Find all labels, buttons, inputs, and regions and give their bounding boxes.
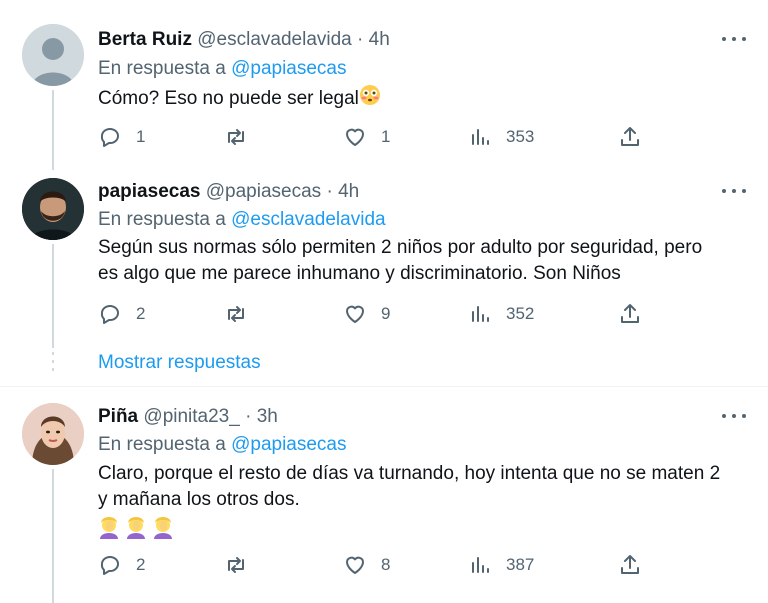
- timestamp[interactable]: 4h: [369, 29, 390, 50]
- retweet-button[interactable]: [224, 125, 262, 149]
- share-button[interactable]: [618, 553, 642, 577]
- thread-line: [52, 90, 54, 170]
- retweet-button[interactable]: [224, 553, 262, 577]
- heart-icon: [346, 556, 364, 574]
- reply-button[interactable]: 1: [98, 125, 145, 149]
- show-replies-link[interactable]: Mostrar respuestas: [98, 352, 261, 374]
- avatar-default[interactable]: [22, 24, 84, 86]
- user-handle[interactable]: @papiasecas: [206, 181, 321, 202]
- reply-icon: [100, 305, 119, 324]
- heart-icon: [346, 128, 364, 146]
- tweet-papiasecas[interactable]: papiasecas @papiasecas · 4h En respuesta…: [0, 170, 768, 350]
- tweet-text: Según sus normas sólo permiten 2 niños p…: [98, 237, 703, 284]
- reply-context: En respuesta a @papiasecas: [98, 434, 347, 455]
- avatar-pina[interactable]: [22, 403, 84, 465]
- tweet-header: Piña @pinita23_ · 3h: [98, 406, 278, 427]
- reply-to-mention[interactable]: @papiasecas: [231, 434, 346, 455]
- views-button[interactable]: 353: [468, 125, 534, 149]
- tweet-pina[interactable]: Piña @pinita23_ · 3h En respuesta a @pap…: [0, 387, 768, 603]
- reply-icon: [100, 128, 119, 147]
- reply-icon: [100, 556, 119, 575]
- reply-button[interactable]: 2: [98, 553, 145, 577]
- reply-button[interactable]: 2: [98, 302, 145, 326]
- views-button[interactable]: 387: [468, 553, 534, 577]
- reply-context: En respuesta a @papiasecas: [98, 58, 347, 79]
- timestamp[interactable]: 4h: [338, 181, 359, 202]
- retweet-icon: [228, 557, 244, 573]
- user-photo-icon: [22, 178, 84, 240]
- views-button[interactable]: 352: [468, 302, 534, 326]
- user-handle[interactable]: @esclavadelavida: [197, 29, 352, 50]
- like-button[interactable]: 9: [343, 302, 390, 326]
- default-user-icon: [22, 24, 84, 86]
- share-icon: [621, 127, 639, 146]
- tweet-text: Claro, porque el resto de días va turnan…: [98, 461, 748, 547]
- avatar-papiasecas[interactable]: [22, 178, 84, 240]
- views-icon: [472, 306, 489, 322]
- tweet-header: Berta Ruiz @esclavadelavida · 4h: [98, 29, 390, 50]
- heart-icon: [346, 305, 364, 323]
- facepalm-emojis: [98, 515, 748, 547]
- retweet-icon: [228, 129, 244, 145]
- thread-line: [52, 244, 54, 348]
- thread-dots: [52, 352, 54, 376]
- facepalm-woman-icon: [100, 517, 172, 539]
- share-button[interactable]: [618, 302, 642, 326]
- like-button[interactable]: 8: [343, 553, 390, 577]
- reply-to-mention[interactable]: @esclavadelavida: [231, 209, 386, 230]
- tweet-header: papiasecas @papiasecas · 4h: [98, 181, 360, 202]
- share-icon: [621, 555, 639, 574]
- reply-to-mention[interactable]: @papiasecas: [231, 58, 346, 79]
- views-icon: [472, 557, 489, 573]
- share-button[interactable]: [618, 125, 642, 149]
- more-options-icon[interactable]: [722, 30, 746, 48]
- tweet-text: Cómo? Eso no puede ser legal: [98, 84, 748, 114]
- like-button[interactable]: 1: [343, 125, 390, 149]
- display-name[interactable]: Berta Ruiz: [98, 29, 192, 50]
- reply-context: En respuesta a @esclavadelavida: [98, 209, 386, 230]
- display-name[interactable]: papiasecas: [98, 181, 200, 202]
- retweet-icon: [228, 306, 244, 322]
- flushed-face-emoji: [359, 84, 381, 114]
- views-icon: [472, 129, 489, 145]
- user-photo-icon: [22, 403, 84, 465]
- more-options-icon[interactable]: [722, 182, 746, 200]
- retweet-button[interactable]: [224, 302, 262, 326]
- user-handle[interactable]: @pinita23_: [143, 406, 239, 427]
- display-name[interactable]: Piña: [98, 406, 138, 427]
- share-icon: [621, 304, 639, 323]
- tweet-berta[interactable]: Berta Ruiz @esclavadelavida · 4h En resp…: [0, 0, 768, 170]
- more-options-icon[interactable]: [722, 407, 746, 425]
- thread-line: [52, 469, 54, 603]
- timestamp[interactable]: 3h: [257, 406, 278, 427]
